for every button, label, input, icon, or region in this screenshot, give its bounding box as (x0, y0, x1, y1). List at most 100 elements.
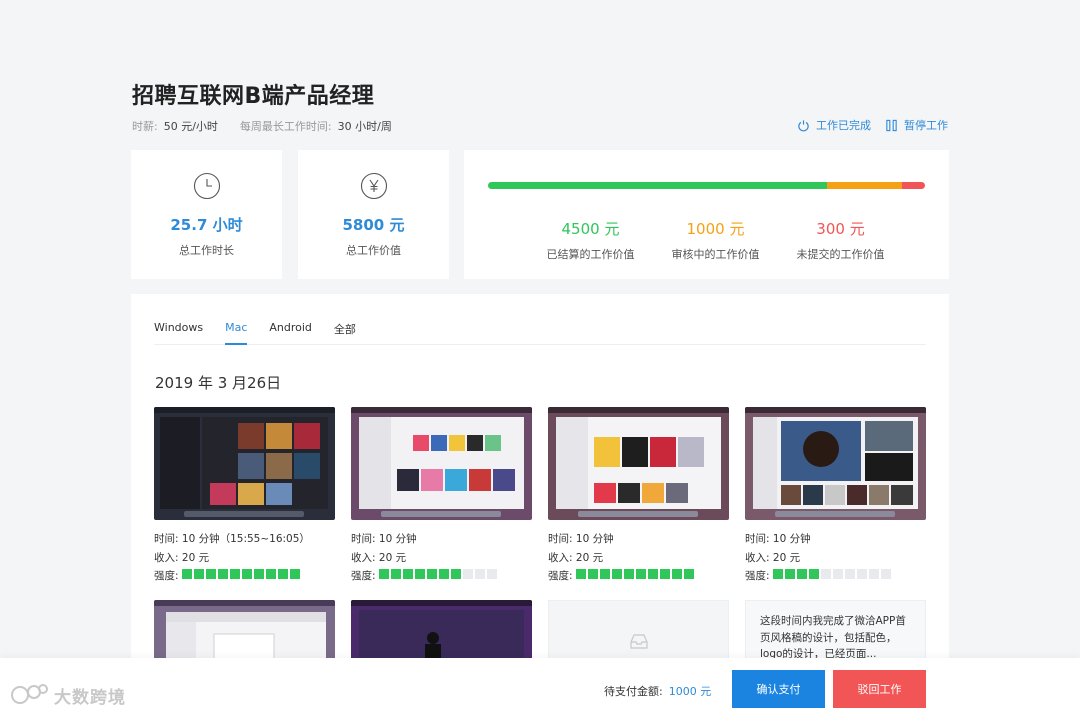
intensity-meter (378, 567, 499, 586)
pause-work-button[interactable]: 暂停工作 (885, 117, 948, 133)
weekly-hours: 每周最长工作时间: 30 小时/周 (239, 120, 392, 133)
intensity-segment (277, 569, 288, 579)
record-income: 20 元 (575, 551, 604, 564)
intensity-segment (265, 569, 276, 579)
intensity-segment (241, 569, 252, 579)
intensity-segment (205, 569, 216, 579)
review-value: 1000 元 (686, 220, 745, 238)
intensity-segment (217, 569, 228, 579)
total-hours-card: 25.7 小时 总工作时长 (131, 150, 282, 279)
record-time: 10 分钟 (772, 533, 811, 545)
amount-due: 待支付金额: 1000 元 (604, 685, 712, 698)
intensity-segment (438, 569, 449, 579)
total-value-label: 总工作价值 (346, 244, 401, 257)
intensity-segment (635, 569, 646, 579)
intensity-segment (671, 569, 682, 579)
record-time: 10 分钟（15:55~16:05） (181, 533, 310, 545)
record-info: 时间: 10 分钟（15:55~16:05） 收入: 20 元 强度: (154, 530, 310, 586)
amount-due-value: 1000 元 (668, 685, 712, 698)
total-hours-value: 25.7 小时 (170, 216, 243, 234)
job-meta: 时薪: 50 元/小时 每周最长工作时间: 30 小时/周 (132, 118, 392, 134)
footer-bar: 大数跨境 待支付金额: 1000 元 确认支付 驳回工作 (0, 658, 1080, 720)
intensity-segment (856, 569, 867, 579)
intensity-segment (181, 569, 192, 579)
intensity-segment (683, 569, 694, 579)
inbox-icon (629, 634, 648, 649)
mark-complete-button[interactable]: 工作已完成 (797, 117, 871, 133)
intensity-segment (402, 569, 413, 579)
value-breakdown-card: 4500 元 已结算的工作价值 1000 元 审核中的工作价值 300 元 未提… (464, 150, 949, 279)
screenshot-thumbnail[interactable] (351, 407, 532, 520)
intensity-segment (587, 569, 598, 579)
intensity-segment (229, 569, 240, 579)
pause-icon (886, 119, 897, 131)
tab-all[interactable]: 全部 (334, 294, 356, 344)
intensity-meter (181, 567, 302, 586)
record-info: 时间: 10 分钟 收入: 20 元 强度: (351, 530, 499, 586)
power-icon (798, 119, 809, 131)
hourly-rate: 时薪: 50 元/小时 (132, 120, 218, 133)
yen-icon (360, 172, 387, 200)
screenshot-thumbnail[interactable] (745, 407, 926, 520)
tab-mac[interactable]: Mac (225, 294, 248, 345)
intensity-segment (426, 569, 437, 579)
total-value-value: 5800 元 (342, 216, 405, 234)
intensity-segment (820, 569, 831, 579)
unsubmitted-label: 未提交的工作价值 (796, 248, 885, 261)
intensity-segment (808, 569, 819, 579)
confirm-payment-button[interactable]: 确认支付 (732, 670, 825, 708)
intensity-segment (378, 569, 389, 579)
settled-label: 已结算的工作价值 (546, 248, 635, 261)
intensity-segment (880, 569, 891, 579)
record-income: 20 元 (181, 551, 210, 564)
intensity-segment (868, 569, 879, 579)
intensity-meter (575, 567, 696, 586)
value-progress-bar (488, 182, 925, 189)
record-info: 时间: 10 分钟 收入: 20 元 强度: (548, 530, 696, 586)
work-records-panel: Windows Mac Android 全部 2019 年 3 月26日 时间:… (131, 294, 949, 674)
settled-value: 4500 元 (561, 220, 620, 238)
tab-windows[interactable]: Windows (154, 294, 203, 344)
reject-work-button[interactable]: 驳回工作 (833, 670, 926, 708)
unsubmitted-stat: 300 元 未提交的工作价值 (778, 218, 903, 262)
intensity-segment (599, 569, 610, 579)
total-value-card: 5800 元 总工作价值 (298, 150, 449, 279)
intensity-segment (575, 569, 586, 579)
music-app-screenshot (548, 407, 729, 520)
intensity-segment (462, 569, 473, 579)
intensity-segment (772, 569, 783, 579)
job-actions: 工作已完成 暂停工作 (797, 117, 948, 133)
progress-segment-settled (488, 182, 828, 189)
intensity-segment (414, 569, 425, 579)
music-app-screenshot (154, 407, 335, 520)
record-income: 20 元 (772, 551, 801, 564)
intensity-segment (486, 569, 497, 579)
platform-tabs: Windows Mac Android 全部 (154, 294, 926, 345)
clock-icon (193, 172, 220, 200)
intensity-segment (253, 569, 264, 579)
photos-app-screenshot (745, 407, 926, 520)
tab-android[interactable]: Android (269, 294, 312, 344)
record-time: 10 分钟 (378, 533, 417, 545)
record-info: 时间: 10 分钟 收入: 20 元 强度: (745, 530, 893, 586)
review-label: 审核中的工作价值 (671, 248, 760, 261)
intensity-segment (647, 569, 658, 579)
review-stat: 1000 元 审核中的工作价值 (653, 218, 778, 262)
record-time: 10 分钟 (575, 533, 614, 545)
brand-logo: 大数跨境 (10, 682, 126, 708)
intensity-segment (623, 569, 634, 579)
record-income: 20 元 (378, 551, 407, 564)
screenshot-thumbnail[interactable] (548, 407, 729, 520)
music-app-screenshot (351, 407, 532, 520)
screenshot-thumbnail[interactable] (154, 407, 335, 520)
intensity-segment (611, 569, 622, 579)
intensity-segment (289, 569, 300, 579)
intensity-meter (772, 567, 893, 586)
intensity-segment (784, 569, 795, 579)
intensity-segment (832, 569, 843, 579)
logo-icon (11, 684, 48, 704)
progress-segment-unsubmitted (902, 182, 925, 189)
intensity-segment (796, 569, 807, 579)
settled-stat: 4500 元 已结算的工作价值 (528, 218, 653, 262)
intensity-segment (390, 569, 401, 579)
